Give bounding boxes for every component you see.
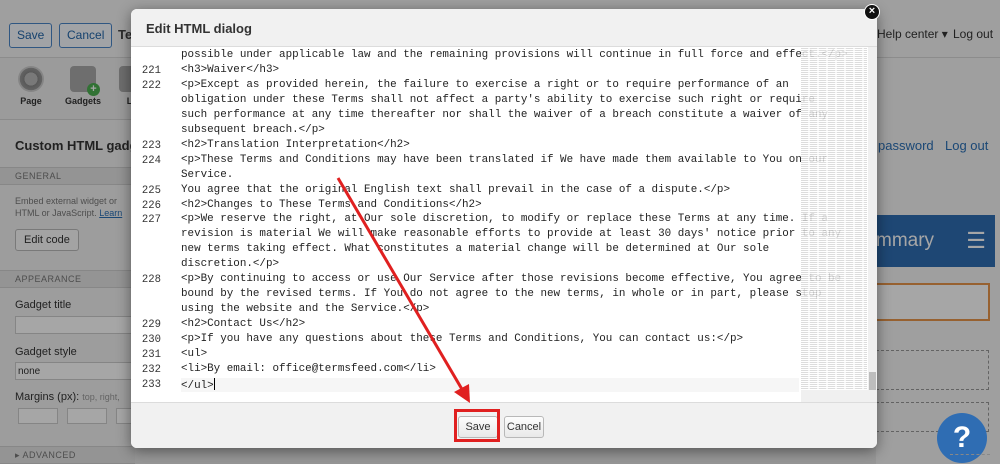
code-line[interactable]: bound by the revised terms. If You do no… [181,288,821,300]
code-line[interactable]: <p>Except as provided herein, the failur… [181,79,799,91]
dialog-header: Edit HTML dialog [131,9,877,47]
text-caret [213,377,215,390]
code-line[interactable]: obligation under these Terms shall not a… [181,94,815,106]
line-number: 229 [141,319,161,332]
line-number: 232 [141,363,161,376]
code-line[interactable]: <h2>Translation Interpretation</h2> [181,139,799,151]
code-line[interactable]: <ul> [181,348,799,360]
line-number: 222 [141,79,161,92]
line-number: 233 [141,378,161,391]
code-line[interactable]: </ul> [181,377,799,392]
dialog-cancel-button[interactable]: Cancel [504,416,544,438]
vertical-scrollbar[interactable] [868,47,877,402]
code-line[interactable]: discretion.</p> [181,258,799,270]
code-line[interactable]: using the website and the Service.</p> [181,303,799,315]
edit-html-dialog: Edit HTML dialog 221 222 223 224 225 226 227 22… [131,9,877,448]
code-line[interactable]: new terms taking effect. What constitute… [181,243,799,255]
code-line[interactable]: possible under applicable law and the re… [181,49,848,61]
code-editor[interactable]: 221 222 223 224 225 226 227 228 229 230 231 232 233 … [131,47,877,402]
line-number-gutter: 221 222 223 224 225 226 227 228 229 230 231 232 233 [131,47,176,402]
code-line[interactable]: <p>These Terms and Conditions may have b… [181,154,828,166]
line-number: 228 [141,274,161,287]
code-line[interactable]: <p>By continuing to access or use Our Se… [181,273,841,285]
line-number: 225 [141,184,161,197]
line-number: 227 [141,214,161,227]
line-number: 226 [141,199,161,212]
code-line[interactable]: You agree that the original English text… [181,184,799,196]
code-line[interactable]: <h2>Changes to These Terms and Condition… [181,199,799,211]
code-line[interactable]: revision is material We will make reason… [181,228,841,240]
preview-divider [950,454,990,464]
save-highlight-box [454,409,500,442]
line-number: 221 [141,64,161,77]
horizontal-scrollbar[interactable] [801,390,868,402]
line-number: 231 [141,349,161,361]
line-number: 223 [141,139,161,152]
line-number: 230 [141,334,161,347]
code-line[interactable]: Service. [181,169,799,181]
code-line[interactable]: <h2>Contact Us</h2> [181,318,799,330]
code-line[interactable]: <p>If you have any questions about these… [181,333,799,345]
code-line[interactable]: subsequent breach.</p> [181,124,799,136]
code-line[interactable]: <p>We reserve the right, at Our sole dis… [181,213,828,225]
scrollbar-thumb[interactable] [869,372,876,390]
code-minimap[interactable] [801,47,867,390]
code-line[interactable]: <h3>Waiver</h3> [181,64,799,76]
dialog-footer: Save Cancel [131,402,877,448]
dialog-title: Edit HTML dialog [146,21,252,36]
line-number: 224 [141,154,161,167]
code-line[interactable]: <li>By email: office@termsfeed.com</li> [181,363,799,375]
code-text-area[interactable]: possible under applicable law and the re… [181,47,848,402]
close-icon[interactable]: × [864,4,880,20]
code-line[interactable]: such performance at any time thereafter … [181,109,828,121]
